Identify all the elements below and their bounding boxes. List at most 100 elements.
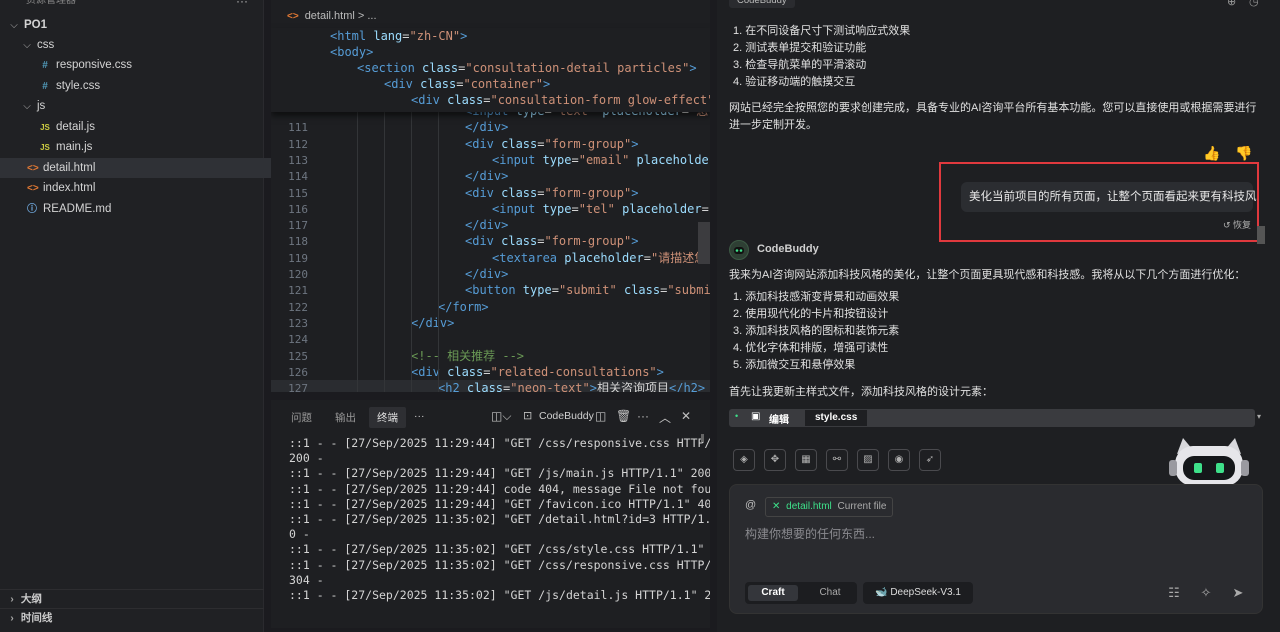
send-icon[interactable]: ➤ (1227, 583, 1249, 603)
tree-item[interactable]: ⓘ README.md (0, 199, 285, 219)
restore-button[interactable]: ↺ 恢复 (1223, 218, 1251, 231)
chevron-down-icon[interactable]: ▾ (1257, 412, 1261, 421)
code-line[interactable]: 116<input type="tel" placeholder="联系 (271, 201, 710, 217)
layout-icon[interactable]: ▦ (795, 449, 817, 471)
sparkle-icon[interactable]: ✧ (1195, 583, 1217, 603)
code-token: = (571, 201, 579, 216)
task-list-icon[interactable]: ☷ (1163, 583, 1185, 603)
terminal-line: 200 - (289, 451, 324, 466)
mode-chat-button[interactable]: Chat (805, 585, 855, 601)
chat-input-placeholder[interactable]: 构建你想要的任何东西... (745, 525, 875, 542)
edit-file-name[interactable]: style.css (805, 410, 868, 426)
tab-output[interactable]: 输出 (335, 410, 356, 425)
rocket-icon[interactable]: ➶ (919, 449, 941, 471)
code-line[interactable]: 127 <h2 class="neon-text">相关咨询项目</h2> (271, 380, 710, 392)
sticky-code-line[interactable]: <div class="container"> (384, 76, 550, 92)
outline-section[interactable]: › 大纲 (0, 589, 264, 609)
sticky-code-line[interactable]: <section class="consultation-detail part… (357, 60, 697, 76)
terminal-session-name[interactable]: CodeBuddy (539, 410, 594, 422)
code-line[interactable]: 118 <div class="form-group"> (271, 233, 710, 249)
tree-item[interactable]: JS main.js (0, 137, 298, 157)
editor-scrollbar[interactable] (698, 222, 710, 264)
at-mention-icon[interactable]: @ (745, 499, 756, 511)
timeline-section[interactable]: › 时间线 (0, 608, 264, 628)
link-icon[interactable]: ⚯ (826, 449, 848, 471)
chat-header-tab[interactable]: CodeBuddy (729, 0, 795, 8)
code-line[interactable]: 114 </div> (271, 168, 710, 184)
history-icon[interactable]: ◷ (1249, 0, 1259, 8)
tab-problems[interactable]: 问题 (291, 410, 312, 425)
edit-file-bar[interactable]: • ▣ 编辑 style.css (729, 409, 1255, 427)
trash-icon[interactable]: 🗑 (616, 409, 631, 423)
component-icon[interactable]: ✥ (764, 449, 786, 471)
code-line[interactable]: 122 </form> (271, 299, 710, 315)
sticky-code-line[interactable]: <div class="consultation-form glow-effec… (411, 92, 710, 108)
model-select[interactable]: 🐋 DeepSeek-V3.1 (863, 582, 973, 604)
feedback-icon[interactable]: ⊕ (1227, 0, 1236, 8)
tree-item[interactable]: ⌵ js (0, 96, 285, 116)
code-line[interactable]: 124 (271, 331, 710, 347)
split-terminal-icon[interactable]: ◫ (595, 409, 606, 423)
sticky-code-line[interactable]: <body> (330, 44, 373, 60)
more-icon[interactable]: ··· (637, 409, 649, 423)
terminal-line: 0 - (289, 527, 310, 542)
tree-item[interactable]: ⌵ PO1 (0, 15, 272, 35)
code-token: class (447, 364, 484, 379)
code-line[interactable]: 111 </div> (271, 119, 710, 135)
chat-scrollbar[interactable] (1257, 226, 1265, 244)
tree-item[interactable]: <> detail.html (0, 158, 285, 178)
code-line[interactable]: 117 </div> (271, 217, 710, 233)
tree-item[interactable]: <> index.html (0, 178, 285, 198)
code-line[interactable]: 120 </div> (271, 266, 710, 282)
thumbs-down-icon[interactable]: 👎 (1235, 145, 1252, 162)
list-item: 1. 在不同设备尺寸下测试响应式效果 (733, 25, 911, 37)
code-line[interactable]: 112 <div class="form-group"> (271, 136, 710, 152)
sticky-code-line[interactable]: <html lang="zh-CN"> (330, 28, 467, 44)
code-token: class (447, 93, 484, 107)
code-token: <div (411, 364, 448, 379)
code-line[interactable]: 119 <textarea placeholder="请描述您的具 (271, 250, 710, 266)
code-content: <div class="related-consultations"> (330, 365, 664, 379)
current-file-chip[interactable]: ✕ detail.html Current file (765, 497, 894, 517)
preview-eye-icon[interactable]: ◉ (888, 449, 910, 471)
figma-icon[interactable]: ◈ (733, 449, 755, 471)
more-tabs-icon[interactable]: ··· (414, 410, 425, 422)
code-token: type (542, 201, 572, 216)
tree-item[interactable]: # style.css (0, 76, 298, 96)
code-line[interactable]: 113<input type="email" placeholder="! (271, 152, 710, 168)
breadcrumb[interactable]: <> detail.html > ... (287, 10, 377, 22)
code-editor[interactable]: <> detail.html > ... <html lang="zh-CN"> <… (271, 0, 710, 392)
chevron-up-icon[interactable]: ︿ (659, 409, 671, 426)
code-token: type (522, 283, 552, 298)
sticky-scroll-header[interactable]: <html lang="zh-CN"> <body> <section class=… (271, 28, 710, 112)
list-item: 5. 添加微交互和悬停效果 (733, 359, 856, 371)
code-token: "related-consultations" (490, 364, 657, 379)
image-icon[interactable]: ▨ (857, 449, 879, 471)
code-line[interactable]: 125 <!-- 相关推荐 --> (271, 348, 710, 364)
mode-craft-button[interactable]: Craft (748, 585, 798, 601)
update-note: 首先让我更新主样式文件，添加科技风格的设计元素： (729, 386, 993, 398)
line-number: 122 (288, 300, 308, 314)
more-actions-icon[interactable]: ··· (236, 0, 248, 8)
code-line[interactable]: 115 <div class="form-group"> (271, 185, 710, 201)
close-icon[interactable]: ✕ (681, 409, 691, 423)
terminal-line: ::1 - - [27/Sep/2025 11:29:44] "GET /css… (289, 436, 710, 450)
tree-item[interactable]: JS detail.js (0, 117, 298, 137)
tree-item-label: README.md (43, 203, 112, 215)
close-chip-icon[interactable]: ✕ (772, 501, 780, 512)
tab-terminal[interactable]: 终端 (369, 407, 406, 428)
code-line[interactable]: 123 </div> (271, 315, 710, 331)
code-line[interactable]: 121<button type="submit" class="submit-b… (271, 282, 710, 298)
code-token: <body> (330, 45, 374, 59)
split-layout-icon[interactable]: ◫⌵ (491, 409, 511, 424)
restore-icon: ↺ (1223, 220, 1234, 230)
chevron-right-icon: › (10, 594, 14, 605)
code-line[interactable]: 126 <div class="related-consultations"> (271, 364, 710, 380)
code-token: </div> (465, 267, 509, 281)
codebuddy-avatar (729, 240, 749, 260)
terminal-scrollbar[interactable] (701, 434, 704, 442)
thumbs-up-icon[interactable]: 👍 (1203, 145, 1220, 162)
css-file-icon: # (42, 60, 48, 71)
tree-item[interactable]: # responsive.css (0, 55, 298, 75)
tree-item[interactable]: ⌵ css (0, 35, 285, 55)
